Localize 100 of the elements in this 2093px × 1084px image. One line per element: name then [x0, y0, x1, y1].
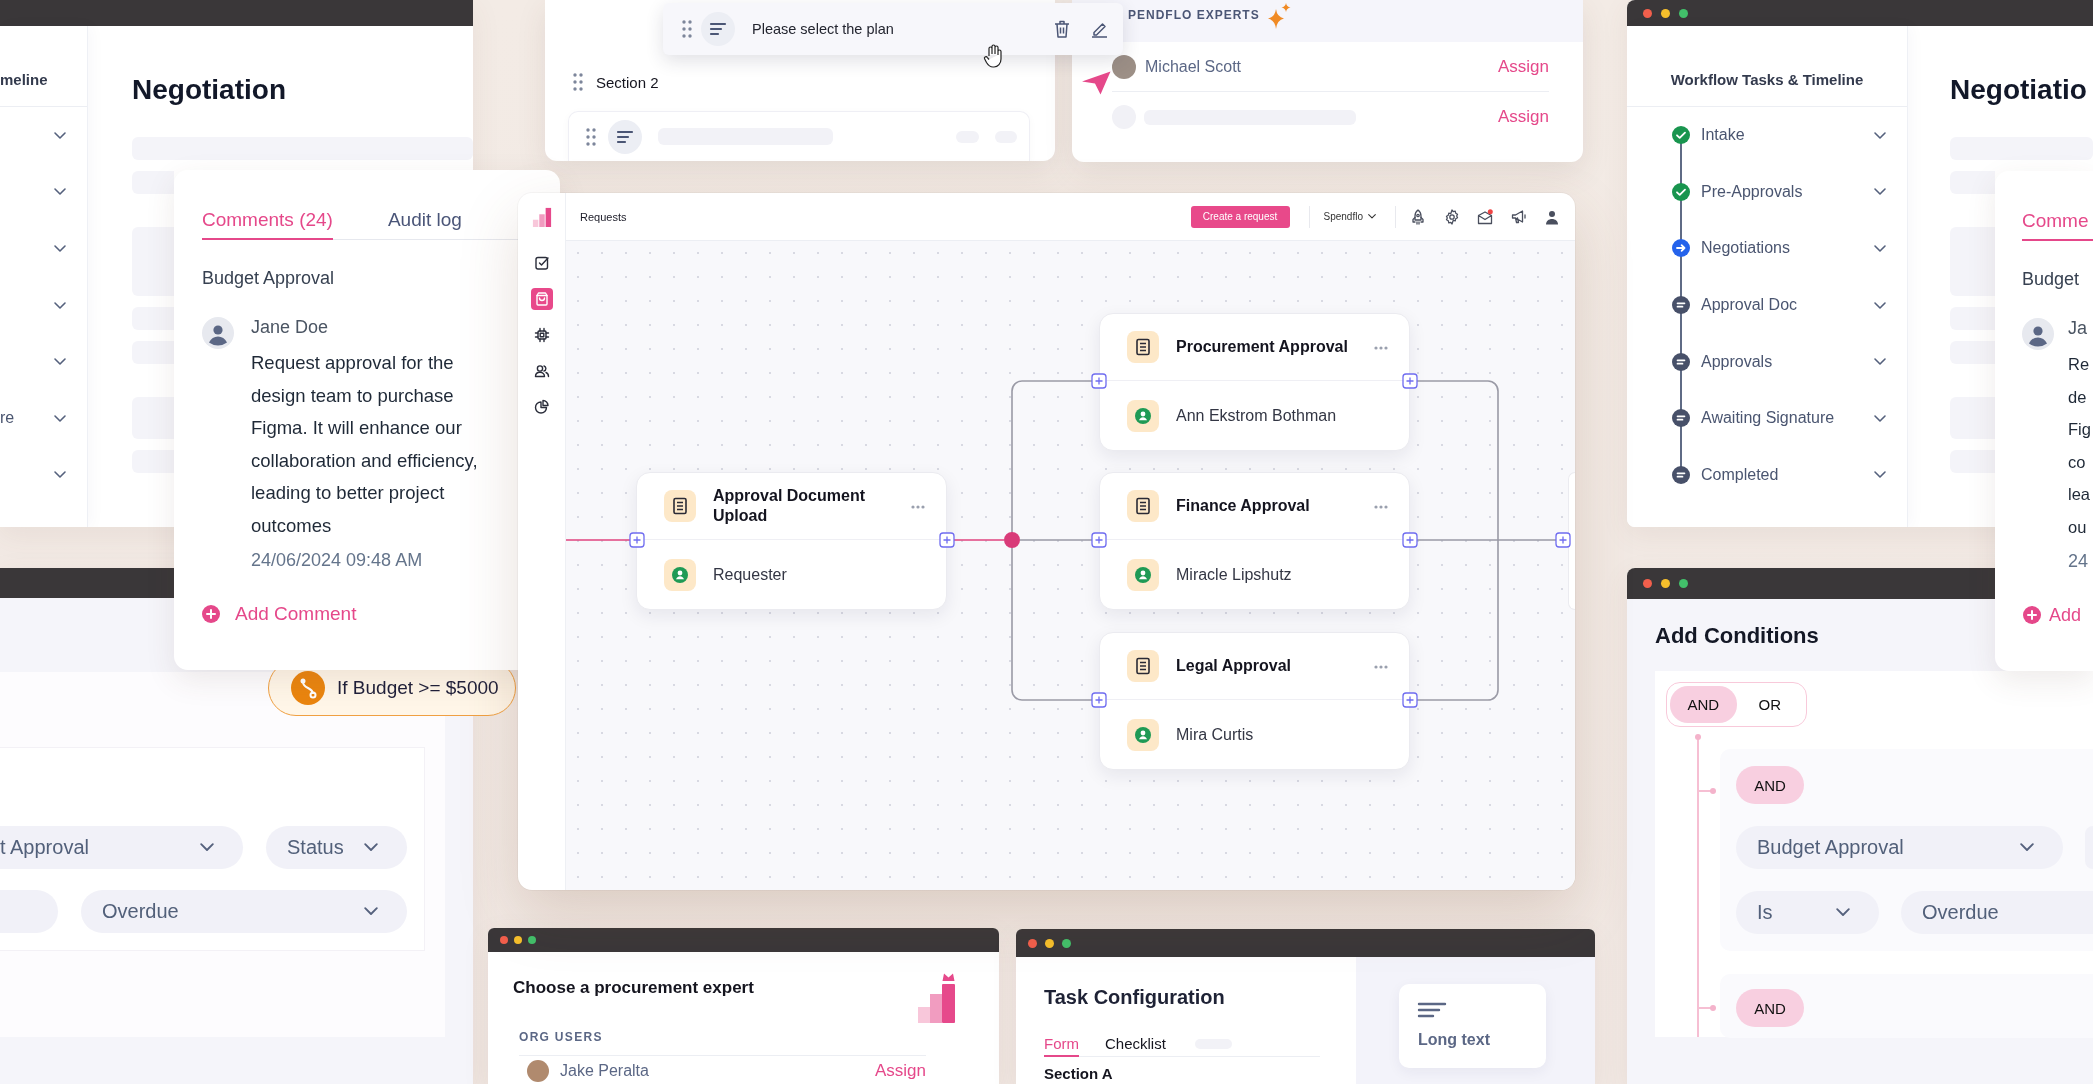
- step-label[interactable]: Approval Doc: [1701, 296, 1798, 315]
- step-label[interactable]: Awaiting Signature: [1701, 409, 1835, 428]
- tab[interactable]: Checklist: [1105, 1034, 1166, 1057]
- avatar-photo-placeholder: [527, 1060, 549, 1082]
- add-step-icon[interactable]: [1555, 532, 1571, 548]
- window-close-icon[interactable]: [1643, 8, 1652, 18]
- connector-line: [566, 539, 631, 541]
- bar-chart-logo-icon: [531, 207, 552, 227]
- workflow-node-card[interactable]: [1568, 472, 1575, 610]
- workspace-dropdown[interactable]: Spendflo: [1323, 211, 1376, 222]
- window-close-icon[interactable]: [1643, 579, 1652, 588]
- operator-tag[interactable]: AND: [1736, 989, 1804, 1027]
- tab[interactable]: Audit log: [387, 208, 462, 240]
- add-step-icon[interactable]: [1402, 373, 1418, 389]
- window-maximize-icon[interactable]: [1679, 8, 1688, 18]
- page-heading: Negotiatio: [1950, 73, 2087, 107]
- field-type-option[interactable]: Long text: [1399, 984, 1546, 1068]
- window-close-icon[interactable]: [500, 936, 508, 944]
- operator-toggle[interactable]: AND OR: [1666, 682, 1807, 727]
- step-label[interactable]: Completed: [1701, 465, 1779, 484]
- window-maximize-icon[interactable]: [1679, 579, 1688, 588]
- window-minimize-icon[interactable]: [1661, 579, 1670, 588]
- operator-option[interactable]: OR: [1736, 686, 1803, 723]
- step-title: Legal Approval: [1176, 656, 1291, 676]
- chevron-down-icon: [364, 843, 378, 852]
- plus-circle-icon: [202, 605, 220, 623]
- hand-cursor-icon: [983, 44, 1003, 68]
- operator-tag[interactable]: AND: [1736, 766, 1804, 804]
- section-title: Section A: [1044, 1066, 1113, 1082]
- settings-icon[interactable]: [1443, 208, 1460, 225]
- more-icon[interactable]: [1374, 505, 1388, 509]
- dropdown-field[interactable]: Overdue: [81, 890, 407, 933]
- document-icon: [1127, 650, 1159, 682]
- assign-link[interactable]: Assign: [874, 1061, 926, 1081]
- workflow-node-card[interactable]: Legal Approval Mira Curtis: [1099, 632, 1410, 770]
- assignee-name: Ann Ekstrom Bothman: [1176, 406, 1337, 425]
- add-comment-button[interactable]: Add: [2023, 603, 2082, 627]
- pencil-icon[interactable]: [1091, 20, 1108, 38]
- window-maximize-icon[interactable]: [528, 936, 536, 944]
- comment-topic: Budget: [2022, 268, 2080, 291]
- drag-handle-icon[interactable]: [586, 127, 596, 146]
- add-step-icon[interactable]: [1091, 692, 1107, 708]
- dropdown-field[interactable]: t Approval: [0, 826, 243, 869]
- window-heading: Add Conditions: [1655, 623, 1819, 649]
- operator-option[interactable]: AND: [1670, 686, 1737, 723]
- workflow-node-card[interactable]: Approval Document Upload Requester: [636, 472, 947, 610]
- workflow-node-card[interactable]: Finance Approval Miracle Lipshutz: [1099, 472, 1410, 610]
- step-label[interactable]: Approvals: [1701, 352, 1773, 371]
- dropdown-field[interactable]: Budget Approval: [1736, 826, 2063, 869]
- window-close-icon[interactable]: [1028, 938, 1037, 948]
- more-icon[interactable]: [911, 505, 925, 509]
- add-step-icon[interactable]: [1091, 532, 1107, 548]
- connector-line: [953, 539, 1005, 541]
- comment-timestamp: 24: [2068, 550, 2089, 573]
- add-comment-button[interactable]: Add Comment: [202, 602, 357, 626]
- add-step-icon[interactable]: [1091, 373, 1107, 389]
- user-icon[interactable]: [1544, 208, 1560, 225]
- assignee-name: Miracle Lipshutz: [1176, 565, 1292, 584]
- add-step-icon[interactable]: [939, 532, 955, 548]
- chevron-down-icon: [2020, 843, 2034, 852]
- text-lines-icon: [608, 119, 642, 154]
- workflow-node-card[interactable]: Procurement Approval Ann Ekstrom Bothman: [1099, 313, 1410, 451]
- form-field-row[interactable]: [568, 111, 1030, 161]
- comment-author: Ja: [2068, 317, 2087, 340]
- more-icon[interactable]: [1374, 665, 1388, 669]
- create-request-button[interactable]: Create a request: [1190, 205, 1290, 228]
- window-minimize-icon[interactable]: [1661, 8, 1670, 18]
- mail-icon[interactable]: [1477, 208, 1493, 225]
- add-step-icon[interactable]: [1402, 532, 1418, 548]
- dragged-field-row[interactable]: Please select the plan: [663, 3, 1123, 55]
- window-heading: Task Configuration: [1044, 987, 1225, 1007]
- dropdown-field[interactable]: Overdue: [1901, 891, 2093, 934]
- dropdown-field[interactable]: Is: [1736, 891, 1879, 934]
- add-step-icon[interactable]: [1402, 692, 1418, 708]
- window-minimize-icon[interactable]: [1045, 938, 1054, 948]
- text-lines-icon: [1418, 1002, 1446, 1018]
- tab[interactable]: Comme: [2022, 209, 2093, 241]
- tab[interactable]: Form: [1044, 1034, 1079, 1057]
- assign-link[interactable]: Assign: [1497, 107, 1549, 127]
- step-label[interactable]: re: [0, 409, 15, 428]
- rocket-icon[interactable]: [1410, 208, 1426, 225]
- add-step-icon[interactable]: [629, 532, 645, 548]
- assign-link[interactable]: Assign: [1497, 56, 1549, 77]
- user-name: Jake Peralta: [560, 1062, 649, 1080]
- step-label[interactable]: Pre-Approvals: [1701, 182, 1803, 201]
- window-maximize-icon[interactable]: [1062, 938, 1071, 948]
- trash-icon[interactable]: [1054, 20, 1070, 38]
- step-label[interactable]: Intake: [1701, 126, 1745, 145]
- page-heading: Negotiation: [132, 73, 286, 107]
- step-label[interactable]: Negotiations: [1701, 239, 1790, 258]
- sidebar-title: Workflow Tasks & Timeline: [1670, 71, 1864, 89]
- megaphone-icon[interactable]: [1510, 208, 1527, 225]
- drag-handle-icon[interactable]: [573, 73, 583, 91]
- step-title: Approval Document Upload: [713, 486, 866, 526]
- dropdown-field[interactable]: Status: [266, 826, 407, 869]
- tab[interactable]: Comments (24): [202, 208, 333, 240]
- window-minimize-icon[interactable]: [514, 936, 522, 944]
- shopping-bag-icon[interactable]: [530, 288, 553, 310]
- more-icon[interactable]: [1374, 346, 1388, 350]
- drag-handle-icon[interactable]: [682, 20, 692, 38]
